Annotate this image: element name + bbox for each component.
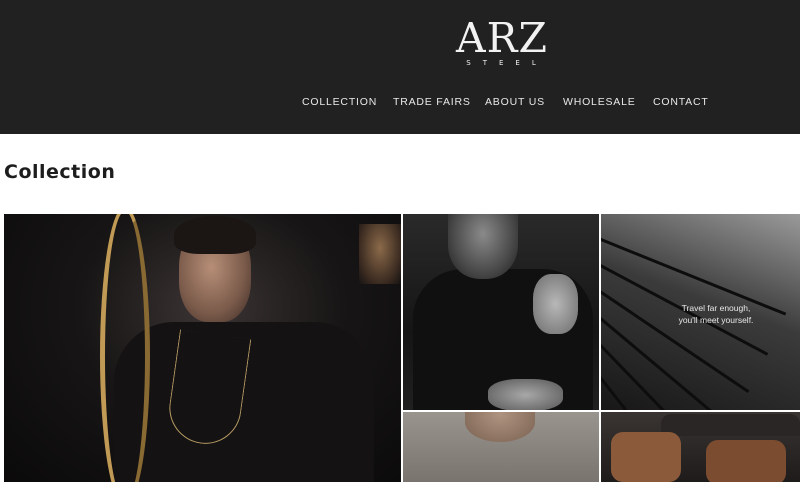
nav-item-contact[interactable]: CONTACT <box>653 96 709 108</box>
nav-item-about-us[interactable]: ABOUT US <box>485 96 545 108</box>
gold-mirror-frame <box>100 214 150 482</box>
car-dashboard <box>661 414 800 436</box>
model-hair <box>174 216 256 254</box>
model-face <box>448 214 518 279</box>
leather-seat <box>706 440 786 482</box>
gallery-image-model-mirror[interactable] <box>4 214 401 482</box>
quote-line-2: you'll meet yourself. <box>678 315 754 325</box>
leather-seat <box>611 432 681 482</box>
logo-mark: ARZ <box>456 14 548 62</box>
lamp-glow <box>359 224 401 284</box>
brand-logo[interactable]: ARZ STEEL <box>450 18 554 70</box>
travel-quote: Travel far enough, you'll meet yourself. <box>641 302 791 326</box>
model-hand-bracelet <box>488 379 563 410</box>
nav-item-collection[interactable]: COLLECTION <box>302 96 377 108</box>
gallery-image-model-ring[interactable] <box>403 214 599 410</box>
model-hand-ring <box>533 274 578 334</box>
nav-item-wholesale[interactable]: WHOLESALE <box>563 96 636 108</box>
page-title: Collection <box>4 161 116 183</box>
site-header: ARZ STEEL COLLECTION TRADE FAIRS ABOUT U… <box>0 0 800 134</box>
main-nav: COLLECTION TRADE FAIRS ABOUT US WHOLESAL… <box>0 96 800 110</box>
gallery-image-palm-quote[interactable]: Travel far enough, you'll meet yourself. <box>601 214 800 410</box>
gallery-image-model-tshirt[interactable] <box>403 412 599 482</box>
nav-item-trade-fairs[interactable]: TRADE FAIRS <box>393 96 471 108</box>
logo-subtitle: STEEL <box>466 59 548 67</box>
gallery-image-car-interior[interactable] <box>601 412 800 482</box>
quote-line-1: Travel far enough, <box>681 303 751 313</box>
